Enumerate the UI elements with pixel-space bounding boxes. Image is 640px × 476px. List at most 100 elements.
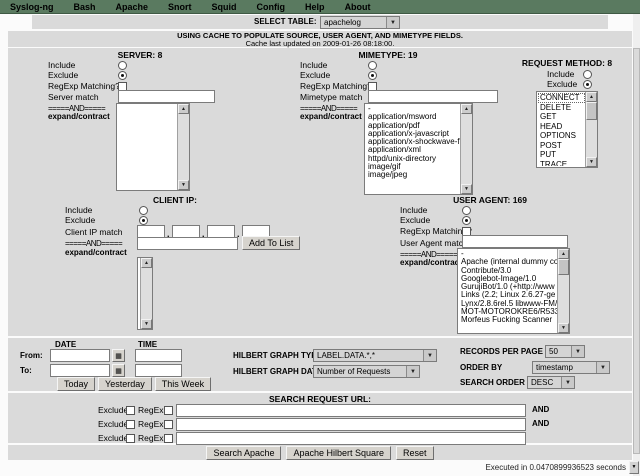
menu-bash[interactable]: Bash <box>64 2 106 12</box>
request-method-item[interactable]: GET <box>538 112 585 122</box>
scroll-up-icon[interactable]: ▲ <box>558 249 569 259</box>
scroll-down-icon[interactable]: ▼ <box>178 180 189 190</box>
mimetype-exclude-radio[interactable] <box>368 71 377 80</box>
search-apache-button[interactable]: Search Apache <box>206 445 282 460</box>
request-method-scrollbar[interactable]: ▲ ▼ <box>585 92 597 167</box>
this-week-button[interactable]: This Week <box>154 377 212 391</box>
scrollbar-thumb[interactable] <box>558 259 569 275</box>
url-input-1[interactable] <box>176 404 526 417</box>
url-exclude-checkbox-3[interactable] <box>126 434 135 443</box>
chevron-down-icon[interactable]: ▼ <box>406 366 419 377</box>
user-agent-match-input[interactable] <box>462 235 568 248</box>
from-label: From: <box>20 351 43 360</box>
user-agent-include-label: Include <box>400 205 428 215</box>
scroll-down-icon[interactable]: ▼ <box>141 319 152 329</box>
user-agent-item[interactable]: Morfeus Fucking Scanner <box>459 316 557 325</box>
from-date-input[interactable] <box>50 349 110 362</box>
request-method-include-radio[interactable] <box>583 70 592 79</box>
add-to-list-button[interactable]: Add To List <box>242 236 301 250</box>
client-ip-listbox[interactable]: ▲ ▼ <box>137 257 153 330</box>
mimetype-match-input[interactable] <box>368 90 498 103</box>
page-scroll-down-button[interactable]: ▼ <box>629 461 639 474</box>
request-method-item[interactable]: CONNECT <box>538 93 585 103</box>
user-agent-scrollbar[interactable]: ▲ ▼ <box>557 249 569 333</box>
url-regexp-checkbox-1[interactable] <box>164 406 173 415</box>
user-agent-expand-link[interactable]: expand/contract <box>400 258 462 268</box>
request-method-item[interactable]: DELETE <box>538 103 585 113</box>
hilbert-type-select[interactable]: LABEL.DATA.*,* ▼ <box>313 349 437 362</box>
url-exclude-checkbox-2[interactable] <box>126 420 135 429</box>
scroll-up-icon[interactable]: ▲ <box>461 104 472 114</box>
request-method-item[interactable]: HEAD <box>538 122 585 132</box>
request-method-item[interactable]: POST <box>538 141 585 151</box>
menu-syslog-ng[interactable]: Syslog-ng <box>0 2 64 12</box>
today-button[interactable]: Today <box>57 377 96 391</box>
scroll-up-icon[interactable]: ▲ <box>141 258 152 268</box>
to-date-input[interactable] <box>50 364 110 377</box>
server-exclude-radio[interactable] <box>118 71 127 80</box>
client-ip-expand-link[interactable]: expand/contract <box>65 248 127 258</box>
mimetype-include-radio[interactable] <box>368 61 377 70</box>
request-method-exclude-radio[interactable] <box>583 80 592 89</box>
hilbert-data-select[interactable]: Number of Requests ▼ <box>313 365 420 378</box>
scroll-down-icon[interactable]: ▼ <box>461 184 472 194</box>
scroll-up-icon[interactable]: ▲ <box>178 104 189 114</box>
menu-help[interactable]: Help <box>295 2 335 12</box>
page-scrollbar[interactable] <box>633 14 640 476</box>
user-agent-listbox[interactable]: - Apache (internal dummy con Contribute/… <box>457 248 570 334</box>
chevron-down-icon[interactable]: ▼ <box>561 377 574 388</box>
server-include-label: Include <box>48 60 76 70</box>
scroll-up-icon[interactable]: ▲ <box>586 92 597 102</box>
scroll-down-icon[interactable]: ▼ <box>558 323 569 333</box>
server-listbox[interactable]: ▲ ▼ <box>116 103 190 191</box>
client-ip-include-radio[interactable] <box>139 206 148 215</box>
to-calendar-button[interactable]: ▦ <box>112 364 125 377</box>
menu-apache[interactable]: Apache <box>106 2 159 12</box>
records-per-page-value: 50 <box>549 347 558 356</box>
client-ip-scrollbar[interactable]: ▲ ▼ <box>140 258 152 329</box>
server-match-input[interactable] <box>118 90 215 103</box>
order-by-select[interactable]: timestamp ▼ <box>532 361 610 374</box>
mimetype-listbox[interactable]: - application/msword application/pdf app… <box>364 103 473 195</box>
client-ip-and-input[interactable] <box>137 237 238 250</box>
chevron-down-icon[interactable]: ▼ <box>423 350 436 361</box>
client-ip-exclude-radio[interactable] <box>139 216 148 225</box>
menu-squid[interactable]: Squid <box>202 2 247 12</box>
server-expand-link[interactable]: expand/contract <box>48 112 110 122</box>
table-select[interactable]: apachelog ▼ <box>320 16 400 29</box>
menu-snort[interactable]: Snort <box>158 2 202 12</box>
from-calendar-button[interactable]: ▦ <box>112 349 125 362</box>
apache-hilbert-square-button[interactable]: Apache Hilbert Square <box>286 445 392 460</box>
menu-config[interactable]: Config <box>247 2 296 12</box>
chevron-down-icon[interactable]: ▼ <box>596 362 609 373</box>
mimetype-expand-link[interactable]: expand/contract <box>300 112 362 122</box>
to-time-input[interactable] <box>135 364 182 377</box>
user-agent-exclude-radio[interactable] <box>462 216 471 225</box>
server-include-radio[interactable] <box>118 61 127 70</box>
chevron-down-icon[interactable]: ▼ <box>571 346 584 357</box>
chevron-down-icon[interactable]: ▼ <box>386 17 399 28</box>
url-regexp-checkbox-2[interactable] <box>164 420 173 429</box>
request-method-item[interactable]: OPTIONS <box>538 131 585 141</box>
url-input-3[interactable] <box>176 432 526 445</box>
menu-about[interactable]: About <box>335 2 381 12</box>
scroll-down-icon[interactable]: ▼ <box>586 157 597 167</box>
mimetype-list-scrollbar[interactable]: ▲ ▼ <box>460 104 472 194</box>
url-exclude-checkbox-1[interactable] <box>126 406 135 415</box>
request-method-item[interactable]: TRACE <box>538 160 585 167</box>
mimetype-list-item[interactable]: image/jpeg <box>366 171 460 180</box>
user-agent-include-radio[interactable] <box>462 206 471 215</box>
yesterday-button[interactable]: Yesterday <box>98 377 152 391</box>
url-regexp-checkbox-3[interactable] <box>164 434 173 443</box>
request-method-item[interactable]: PUT <box>538 150 585 160</box>
scrollbar-thumb[interactable] <box>633 48 640 454</box>
records-per-page-select[interactable]: 50 ▼ <box>545 345 585 358</box>
url-input-2[interactable] <box>176 418 526 431</box>
search-url-title: SEARCH REQUEST URL: <box>268 394 371 404</box>
scrollbar-thumb[interactable] <box>586 102 597 120</box>
server-list-scrollbar[interactable]: ▲ ▼ <box>177 104 189 190</box>
from-time-input[interactable] <box>135 349 182 362</box>
request-method-listbox[interactable]: CONNECT DELETE GET HEAD OPTIONS POST PUT… <box>536 91 598 168</box>
reset-button[interactable]: Reset <box>396 445 434 460</box>
search-order-select[interactable]: DESC ▼ <box>527 376 575 389</box>
